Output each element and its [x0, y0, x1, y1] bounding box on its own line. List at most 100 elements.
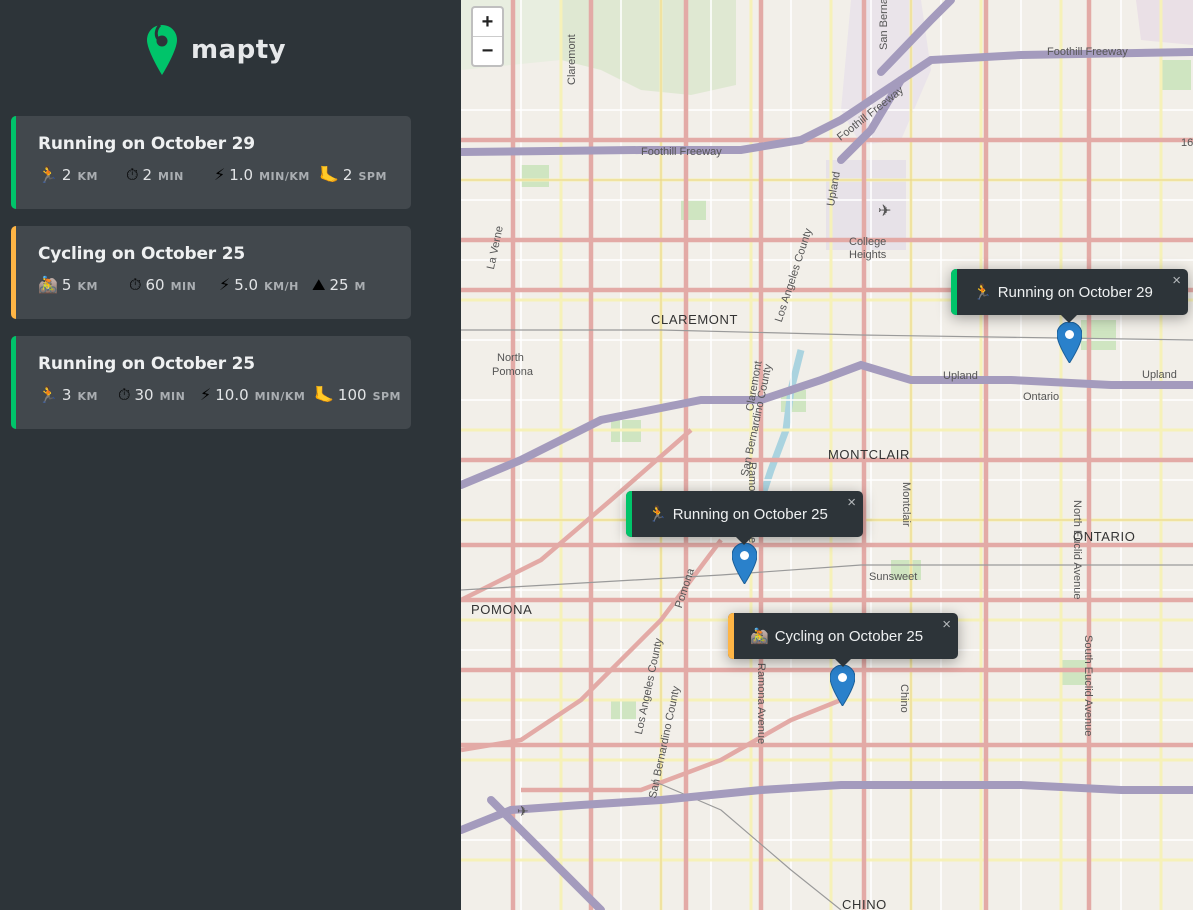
popup-tip — [1060, 314, 1078, 323]
distance-value: 3 — [61, 386, 72, 404]
cadence-value: 2 — [342, 166, 353, 184]
duration-unit: min — [159, 390, 186, 403]
popup-text: Cycling on October 25 — [774, 627, 924, 645]
cadence-unit: spm — [372, 390, 401, 403]
map-tiles[interactable]: ✈ ✈ — [461, 0, 1193, 910]
map-label-heights: Heights — [849, 249, 887, 261]
map-label-ontario-small: Ontario — [1023, 391, 1060, 403]
cadence-detail: 🦶 2 spm — [319, 165, 387, 184]
foot-icon: 🦶 — [314, 385, 334, 404]
app-name: mapty — [191, 35, 287, 65]
map-label-college: College — [849, 236, 887, 248]
runner-icon: 🏃 — [973, 284, 992, 301]
speed-unit: km/h — [264, 280, 299, 293]
duration-value: 2 — [142, 166, 153, 184]
distance-unit: km — [77, 170, 98, 183]
cadence-detail: 🦶 100 spm — [314, 385, 401, 404]
close-icon[interactable]: × — [942, 617, 951, 632]
stopwatch-icon: ⏱ — [126, 165, 139, 184]
map-label-pomona-small: Pomona — [492, 366, 533, 378]
duration-value: 60 — [145, 276, 165, 294]
logo: mapty — [147, 24, 286, 76]
workout-popup[interactable]: 🏃 Running on October 29 × — [951, 269, 1188, 323]
map-label-foothill-freeway: Foothill Freeway — [1047, 46, 1128, 58]
cyclist-icon: 🚵 — [750, 628, 769, 645]
workout-item[interactable]: Running on October 29 🏃 2 km ⏱ 2 min ⚡ 1… — [11, 116, 411, 209]
map-label-upland: Upland — [943, 370, 978, 382]
pace-unit: min/km — [254, 390, 306, 403]
map-label-claremont-road: Claremont — [566, 34, 578, 85]
map-label-chino: CHINO — [842, 897, 887, 910]
elevation-detail: ⛰ 25 m — [312, 275, 366, 295]
lightning-icon: ⚡ — [214, 165, 226, 184]
map-label-san-bernardino-road: San Bernardino — [878, 0, 890, 50]
duration-detail: ⏱ 60 min — [129, 275, 196, 295]
runner-icon: 🏃 — [648, 506, 667, 523]
cadence-value: 100 — [337, 386, 367, 404]
distance-value: 5 — [61, 276, 72, 294]
zoom-in-button[interactable]: + — [473, 8, 502, 37]
lightning-icon: ⚡ — [200, 385, 212, 404]
distance-unit: km — [77, 390, 98, 403]
zoom-control: + − — [471, 6, 504, 67]
mountain-icon: ⛰ — [312, 275, 326, 294]
workout-title: Running on October 29 — [38, 134, 255, 154]
elevation-value: 25 — [329, 276, 349, 294]
lightning-icon: ⚡ — [219, 275, 231, 294]
runner-icon: 🏃 — [38, 385, 58, 404]
map-label-16: 16 — [1181, 137, 1193, 149]
map-marker-icon[interactable] — [1057, 322, 1082, 363]
sidebar: mapty Running on October 29 🏃 2 km ⏱ 2 m… — [0, 0, 461, 910]
svg-text:✈: ✈ — [878, 201, 891, 220]
popup-text: Running on October 25 — [672, 505, 828, 523]
speed-detail: ⚡ 5.0 km/h — [219, 275, 299, 294]
map-label-south-euclid: South Euclid Avenue — [1082, 635, 1094, 737]
map-label-sunsweet: Sunsweet — [869, 571, 918, 583]
distance-unit: km — [77, 280, 98, 293]
cyclist-icon: 🚵 — [38, 275, 58, 294]
workout-popup[interactable]: 🏃 Running on October 25 × — [626, 491, 863, 545]
map-label-upland: Upland — [1142, 369, 1177, 381]
elevation-unit: m — [354, 280, 366, 293]
map[interactable]: ✈ ✈ CLAREMONT MONTCLAIR ONTARIO POMONA C… — [461, 0, 1193, 910]
duration-unit: min — [158, 170, 184, 183]
workout-item[interactable]: Cycling on October 25 🚵 5 km ⏱ 60 min ⚡ … — [11, 226, 411, 319]
popup-tip — [735, 536, 753, 545]
duration-detail: ⏱ 30 min — [118, 385, 185, 405]
map-label-ramona: Ramona Avenue — [755, 663, 767, 745]
pace-value: 1.0 — [229, 166, 254, 184]
runner-icon: 🏃 — [38, 165, 58, 184]
map-label-claremont: CLAREMONT — [651, 312, 739, 327]
distance-value: 2 — [61, 166, 72, 184]
workout-item[interactable]: Running on October 25 🏃 3 km ⏱ 30 min ⚡ … — [11, 336, 411, 429]
map-label-north: North — [497, 352, 524, 364]
map-label-north-euclid: North Euclid Avenue — [1071, 500, 1083, 600]
foot-icon: 🦶 — [319, 165, 339, 184]
zoom-out-button[interactable]: − — [473, 37, 502, 65]
distance-detail: 🏃 2 km — [38, 165, 98, 184]
map-marker-icon[interactable] — [732, 543, 757, 584]
svg-text:✈: ✈ — [517, 804, 529, 820]
pace-value: 10.0 — [215, 386, 249, 404]
workout-title: Cycling on October 25 — [38, 244, 245, 264]
distance-detail: 🏃 3 km — [38, 385, 98, 404]
map-label-montclair: MONTCLAIR — [828, 447, 910, 462]
map-marker-icon[interactable] — [830, 665, 855, 706]
duration-value: 30 — [134, 386, 154, 404]
distance-detail: 🚵 5 km — [38, 275, 98, 294]
map-label-foothill-freeway: Foothill Freeway — [641, 146, 722, 158]
pace-unit: min/km — [259, 170, 310, 183]
stopwatch-icon: ⏱ — [118, 385, 131, 404]
close-icon[interactable]: × — [847, 495, 856, 510]
popup-text: Running on October 29 — [997, 283, 1153, 301]
map-label-pomona: POMONA — [471, 602, 533, 617]
map-label-montclair-road: Montclair — [900, 482, 912, 527]
speed-value: 5.0 — [234, 276, 259, 294]
workout-popup[interactable]: 🚵 Cycling on October 25 × — [728, 613, 958, 667]
map-pin-logo-icon — [147, 24, 177, 75]
pace-detail: ⚡ 10.0 min/km — [200, 385, 305, 404]
cadence-unit: spm — [358, 170, 387, 183]
duration-detail: ⏱ 2 min — [126, 165, 184, 185]
close-icon[interactable]: × — [1172, 273, 1181, 288]
popup-tip — [834, 658, 852, 667]
